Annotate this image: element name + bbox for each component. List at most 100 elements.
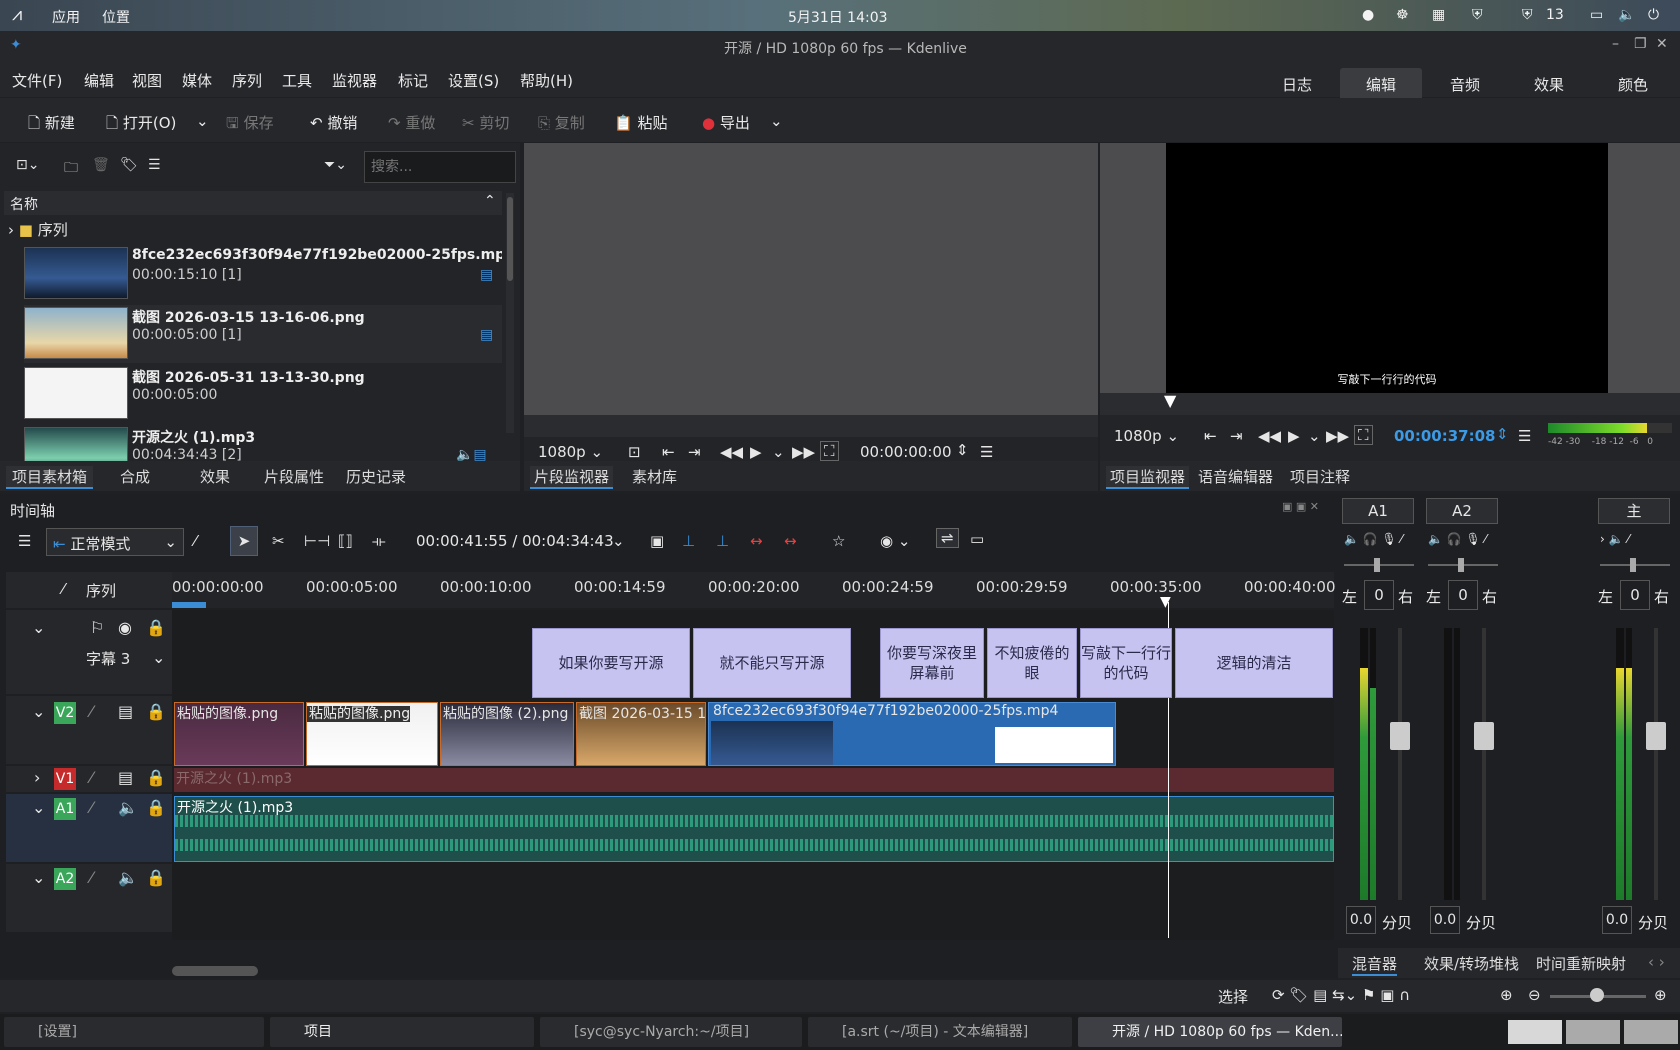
tag-icon[interactable]: 🏷	[120, 157, 138, 173]
zoom-out-icon[interactable]: ⊖	[1528, 986, 1541, 1004]
play-dropdown[interactable]: ⌄	[772, 443, 785, 461]
spin-icon[interactable]: ⇕	[1496, 425, 1509, 443]
taskbar-item[interactable]: [设置]	[4, 1017, 264, 1047]
ripple-icon[interactable]: ⟦⟧	[338, 532, 353, 550]
overwrite-icon[interactable]: ⊥	[716, 532, 729, 550]
power-icon[interactable]: ⏻	[1648, 7, 1659, 23]
volume-fader[interactable]	[1482, 628, 1486, 900]
play-icon[interactable]: ▶	[1288, 427, 1300, 445]
tab-effects[interactable]: 效果	[200, 466, 230, 487]
cut-icon[interactable]: ✂	[272, 532, 285, 550]
balance-handle[interactable]	[1458, 558, 1464, 572]
channel-controls-icon[interactable]: 🔈 🎧 🎙 ⁄	[1428, 532, 1487, 546]
workspace-effects[interactable]: 效果	[1508, 68, 1590, 102]
forward-icon[interactable]: ▶▶	[792, 443, 815, 461]
subtitle-clip[interactable]: 如果你要写开源	[532, 628, 690, 698]
edit-mode-select[interactable]: ⇤ 正常模式 ⌄	[46, 528, 184, 556]
menu-icon[interactable]: ☰	[18, 532, 31, 550]
menu-settings[interactable]: 设置(S)	[448, 70, 499, 91]
effect-icon[interactable]: ⁄	[90, 702, 93, 721]
resolution-select[interactable]: 1080p ⌄	[1114, 427, 1179, 445]
out-point-icon[interactable]: ⇥	[1230, 427, 1243, 445]
record-icon[interactable]: ◉ ⌄	[880, 532, 910, 550]
tray-icon[interactable]: ●	[1362, 7, 1374, 23]
volume-fader[interactable]	[1398, 628, 1402, 900]
tab-scroll-icon[interactable]: ‹ ›	[1648, 953, 1665, 971]
speaker-icon[interactable]: 🔈	[118, 798, 138, 817]
play-icon[interactable]: ▶	[750, 443, 762, 461]
timeline-clip[interactable]: 粘贴的图像.png	[306, 702, 438, 766]
menu-file[interactable]: 文件(F)	[12, 70, 62, 91]
timeline-clip[interactable]: 开源之火 (1).mp3	[174, 768, 1334, 792]
undo-button[interactable]: ↶ 撤销	[310, 112, 357, 133]
volume-db-input[interactable]: 0.0	[1346, 906, 1376, 934]
select-tool-icon[interactable]: ➤	[230, 526, 258, 556]
effect-icon[interactable]: ⁄	[90, 768, 93, 787]
delete-icon[interactable]: 🗑	[92, 157, 110, 173]
track-badge[interactable]: A2	[54, 868, 76, 890]
tab-clip-properties[interactable]: 片段属性	[264, 466, 324, 487]
in-point-icon[interactable]: ⇤	[1204, 427, 1217, 445]
project-monitor-screen[interactable]: 写敲下一行行的代码	[1166, 143, 1608, 393]
places-menu[interactable]: 位置	[102, 7, 130, 27]
taskbar-item[interactable]: [a.srt (~/项目) - 文本编辑器]	[808, 1017, 1072, 1047]
tab-project-bin[interactable]: 项目素材箱	[6, 466, 94, 489]
menu-view[interactable]: 视图	[132, 70, 162, 91]
channel-controls-icon[interactable]: 🔈 🎧 🎙 ⁄	[1344, 532, 1403, 546]
add-clip-icon[interactable]: ⊡⌄	[16, 157, 39, 173]
bin-clip[interactable]: 截图 2026-03-15 13-16-06.png 00:00:05:00 […	[24, 305, 502, 363]
redo-button[interactable]: ↷ 重做	[388, 112, 435, 133]
rewind-icon[interactable]: ◀◀	[1258, 427, 1281, 445]
clip-timecode[interactable]: 00:00:00:00	[860, 443, 952, 461]
track-badge[interactable]: A1	[54, 798, 76, 820]
scrollbar-thumb[interactable]	[507, 197, 513, 281]
open-button[interactable]: 🗋 打开(O)	[106, 112, 176, 138]
taskbar-item[interactable]: 项目	[270, 1017, 534, 1047]
lock-icon[interactable]: 🔒	[146, 768, 166, 787]
lock-icon[interactable]: 🔒	[146, 868, 166, 887]
workspace-preview[interactable]	[1566, 1020, 1620, 1044]
tab-library[interactable]: 素材库	[632, 466, 677, 487]
tab-clip-monitor[interactable]: 片段监视器	[530, 466, 614, 489]
shield-icon[interactable]: ⛨	[1472, 7, 1483, 23]
project-ruler[interactable]: ▼	[1100, 391, 1680, 415]
filter-icon[interactable]: ⏷⌄	[324, 157, 347, 173]
razor-icon[interactable]: ⁄	[194, 532, 197, 550]
taskbar-item[interactable]: [syc@syc-Nyarch:~/项目]	[540, 1017, 802, 1047]
insert-icon[interactable]: ⊥	[682, 532, 695, 550]
pan-value[interactable]: 0	[1448, 580, 1478, 610]
screen-icon[interactable]: ▭	[1590, 7, 1603, 23]
collapse-icon[interactable]: ⌄	[32, 618, 45, 637]
crop-icon[interactable]: ⛶	[1354, 425, 1373, 445]
workspace-preview[interactable]	[1508, 1020, 1562, 1044]
playhead-marker[interactable]: ▼	[1160, 594, 1171, 610]
workspace-logging[interactable]: 日志	[1256, 68, 1338, 102]
subtitle-icon[interactable]: ▭	[970, 530, 984, 548]
timeline-clip[interactable]: 8fce232ec693f30f94e77f192be02000-25fps.m…	[708, 702, 1116, 766]
chevron-down-icon[interactable]: ⌄	[152, 648, 165, 667]
collapse-icon[interactable]: ⌄	[32, 702, 45, 721]
volume-fader[interactable]	[1654, 628, 1658, 900]
volume-icon[interactable]: 🔈	[1618, 7, 1635, 23]
timeline-clip[interactable]: 粘贴的图像 (2).png	[440, 702, 574, 766]
apps-menu[interactable]: 应用	[52, 7, 80, 27]
project-timecode[interactable]: 00:00:37:08	[1394, 427, 1496, 445]
film-icon[interactable]: ▤	[118, 768, 133, 787]
tab-time-remap[interactable]: 时间重新映射	[1536, 953, 1626, 974]
tab-effect-stack[interactable]: 效果/转场堆栈	[1424, 953, 1519, 974]
lock-icon[interactable]: 🔒	[146, 798, 166, 817]
menu-edit[interactable]: 编辑	[84, 70, 114, 91]
collapse-icon[interactable]: ⌄	[32, 798, 45, 817]
tray-icon[interactable]: ☸	[1396, 7, 1409, 23]
expand-icon[interactable]: ›	[34, 768, 40, 787]
status-tools-icon[interactable]: ⟳ 🏷 ▤ ⇆⌄ ⚑ ▣ ∩	[1272, 986, 1410, 1004]
slip-icon[interactable]: ⟛	[372, 532, 386, 550]
export-dropdown[interactable]: ⌄	[770, 112, 783, 130]
wand-icon[interactable]: ⁄	[62, 580, 65, 598]
lift-icon[interactable]: ↔	[784, 532, 797, 550]
menu-icon[interactable]: ☰	[148, 157, 161, 173]
export-button[interactable]: ● 导出	[702, 112, 750, 133]
collapse-icon[interactable]: ⌄	[32, 868, 45, 887]
zoom-in-icon[interactable]: ⊕	[1654, 986, 1667, 1004]
zoom-in-icon[interactable]: ⊕	[1500, 986, 1513, 1004]
